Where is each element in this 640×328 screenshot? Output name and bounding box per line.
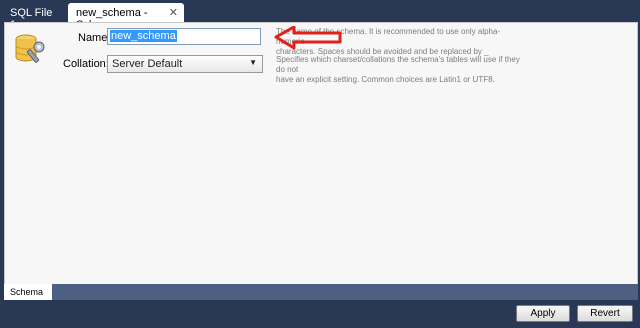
schema-editor-panel: Name: new_schema Collation: Server Defau…	[4, 22, 638, 286]
collation-select[interactable]: Server Default ▼	[107, 55, 263, 73]
collation-description: Specifies which charset/collations the s…	[276, 55, 526, 85]
footer-bar: Apply Revert	[0, 300, 640, 328]
schema-name-value: new_schema	[110, 30, 177, 42]
tab-schema[interactable]: Schema	[4, 284, 52, 300]
collation-value: Server Default	[112, 58, 183, 70]
editor-tab-bar: SQL File 1 new_schema - Schema ✕	[0, 0, 640, 31]
red-arrow-icon	[274, 26, 342, 50]
tab-new-schema[interactable]: new_schema - Schema ✕	[68, 3, 184, 31]
schema-name-input[interactable]: new_schema	[107, 28, 261, 45]
collation-label: Collation:	[63, 58, 109, 70]
close-icon[interactable]: ✕	[169, 6, 178, 19]
revert-button[interactable]: Revert	[577, 305, 633, 322]
tab-sql-file-1[interactable]: SQL File 1	[2, 3, 64, 31]
database-wrench-icon	[15, 34, 45, 63]
name-label: Name:	[78, 32, 111, 44]
chevron-down-icon[interactable]: ▼	[249, 58, 257, 67]
bottom-tab-bar: Schema	[4, 284, 638, 300]
apply-button[interactable]: Apply	[516, 305, 570, 322]
collation-description-line-2: have an explicit setting. Common choices…	[276, 75, 495, 84]
tab-label: Schema	[10, 287, 44, 297]
collation-description-line-1: Specifies which charset/collations the s…	[276, 55, 520, 74]
